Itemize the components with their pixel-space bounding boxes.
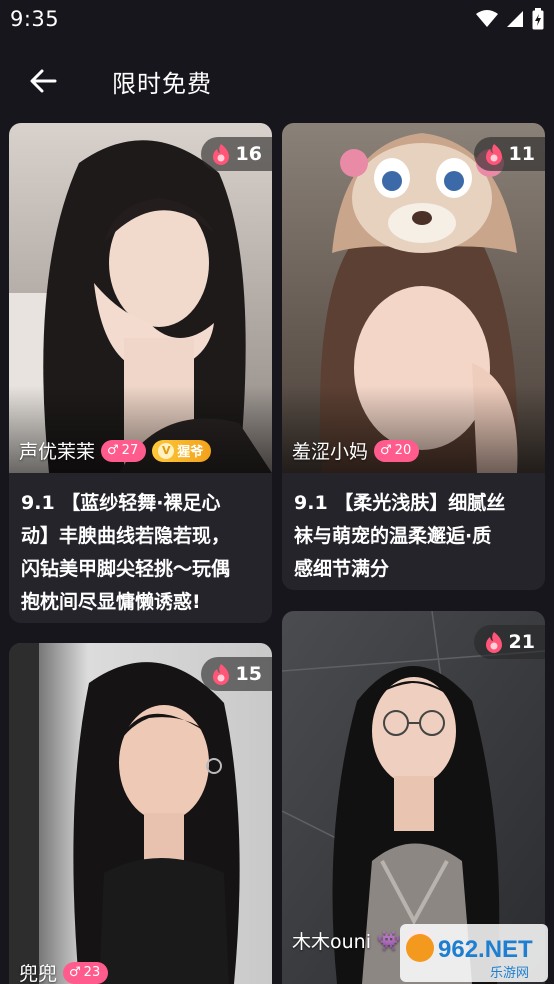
status-bar: 9:35 (0, 0, 554, 40)
vip-badge: V 猩爷 (152, 439, 212, 462)
description-line: 动】丰腴曲线若隐若现， (21, 525, 231, 547)
view-count: 21 (508, 631, 535, 653)
description-line: 9.1 【柔光浅肤】细腻丝 (294, 492, 506, 514)
author-name: 木木ouni (292, 931, 371, 953)
flame-icon (485, 632, 502, 653)
level-symbol-icon: ♂ (69, 965, 81, 980)
view-count-badge: 11 (473, 137, 545, 171)
flame-icon (212, 144, 229, 165)
level-badge: ♂ 27 (101, 439, 147, 462)
level-number: 27 (121, 443, 139, 458)
watermark-text: 962.NET (438, 936, 533, 963)
author-emoji: 👾 (377, 930, 401, 952)
wifi-icon (476, 10, 498, 27)
author-row: 羞涩小妈 ♂ 20 (292, 437, 420, 464)
description-line: 抱枕间尽显慵懒诱惑! (21, 591, 201, 613)
author-name: 羞涩小妈 (292, 441, 369, 463)
header-bar: 限时免费 (0, 50, 554, 114)
description-line: 袜与萌宠的温柔邂逅·质 (294, 525, 492, 547)
flame-icon (212, 664, 229, 685)
author-name: 兜兜 (19, 963, 58, 984)
vip-icon: V (158, 442, 175, 459)
cellular-signal-icon (507, 11, 523, 27)
video-card-2[interactable]: 11 羞涩小妈 ♂ 20 9.1 【柔光浅肤】细腻丝 袜与萌宠的温柔邂逅·质 感… (282, 123, 545, 590)
video-card-1[interactable]: 16 声优茉茉 ♂ 27 V 猩爷 9.1 【蓝纱轻舞·裸足心 动】丰腴曲线若隐… (9, 123, 272, 623)
page-title: 限时免费 (112, 70, 212, 98)
level-number: 23 (83, 965, 101, 980)
video-description: 9.1 【柔光浅肤】细腻丝 袜与萌宠的温柔邂逅·质 感细节满分 (294, 487, 533, 586)
description-line: 感细节满分 (294, 558, 390, 580)
description-line: 9.1 【蓝纱轻舞·裸足心 (21, 492, 221, 514)
video-card-3[interactable]: 15 兜兜 ♂ 23 (9, 643, 272, 984)
flame-icon (485, 144, 502, 165)
vip-label: 猩爷 (177, 445, 204, 460)
video-thumbnail (9, 123, 272, 473)
watermark-sub: 乐游网 (490, 966, 529, 981)
status-time: 9:35 (10, 7, 60, 31)
view-count: 15 (235, 663, 262, 685)
video-thumbnail (9, 643, 272, 984)
view-count-badge: 16 (200, 137, 272, 171)
author-row: 兜兜 ♂ 23 (19, 959, 109, 984)
view-count-badge: 15 (200, 657, 272, 691)
status-icons (476, 8, 544, 30)
view-count-badge: 21 (473, 625, 545, 659)
level-badge: ♂ 20 (374, 439, 420, 462)
view-count: 16 (235, 143, 262, 165)
level-symbol-icon: ♂ (107, 443, 119, 458)
back-button[interactable] (26, 64, 60, 98)
view-count: 11 (508, 143, 535, 165)
video-thumbnail (282, 123, 545, 473)
author-name: 声优茉茉 (19, 441, 96, 463)
level-number: 20 (394, 443, 412, 458)
arrow-left-icon (30, 69, 57, 93)
level-symbol-icon: ♂ (380, 443, 392, 458)
battery-icon (532, 8, 544, 30)
description-line: 闪钻美甲脚尖轻挑～玩偶 (21, 558, 231, 580)
level-badge: ♂ 23 (63, 961, 109, 984)
video-description: 9.1 【蓝纱轻舞·裸足心 动】丰腴曲线若隐若现， 闪钻美甲脚尖轻挑～玩偶 抱枕… (21, 487, 260, 619)
watermark-logo: 962.NET 乐游网 (400, 924, 548, 982)
author-row: 声优茉茉 ♂ 27 V 猩爷 (19, 437, 212, 464)
